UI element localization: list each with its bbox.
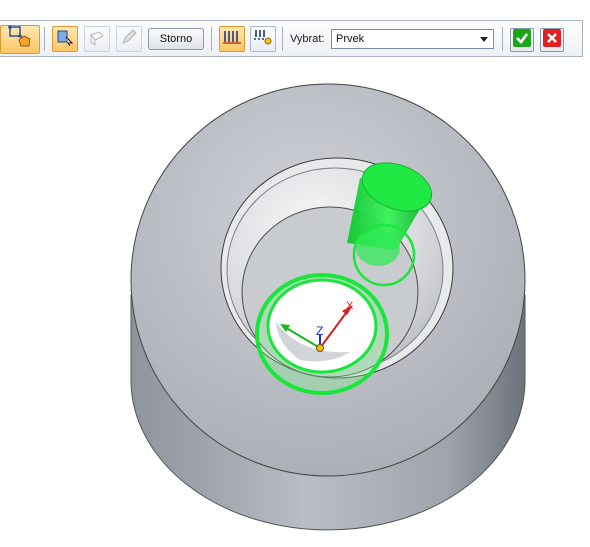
cancel-text-button-label: Storno bbox=[159, 33, 193, 45]
highlighted-slot-end-fill bbox=[356, 230, 400, 266]
accept-button[interactable] bbox=[510, 28, 534, 52]
svg-text:X: X bbox=[346, 300, 354, 312]
through-all-extent-icon bbox=[253, 28, 273, 51]
body-select-icon bbox=[56, 28, 74, 51]
face-select-button[interactable] bbox=[84, 26, 110, 52]
check-icon bbox=[513, 28, 531, 52]
step-solid-button[interactable] bbox=[0, 25, 40, 54]
select-dropdown[interactable]: Prvek bbox=[331, 29, 494, 49]
chevron-down-icon bbox=[480, 37, 488, 42]
separator bbox=[502, 27, 503, 51]
through-all-extent-button[interactable] bbox=[250, 26, 276, 52]
face-select-icon bbox=[88, 28, 106, 51]
pencil-button[interactable] bbox=[116, 26, 142, 52]
model-viewport[interactable]: X Z bbox=[0, 58, 590, 547]
reject-button[interactable] bbox=[540, 28, 564, 52]
pencil-icon bbox=[120, 28, 138, 51]
command-toolbar: Storno Vybrat: Prvek bbox=[0, 20, 583, 57]
select-label: Vybrat: bbox=[290, 33, 325, 45]
svg-text:Z: Z bbox=[316, 324, 323, 338]
body-select-button[interactable] bbox=[52, 26, 78, 52]
select-dropdown-value: Prvek bbox=[336, 33, 365, 45]
cancel-text-button[interactable]: Storno bbox=[148, 28, 204, 50]
finite-extent-button[interactable] bbox=[219, 26, 245, 52]
separator bbox=[44, 27, 45, 51]
close-icon bbox=[543, 28, 561, 52]
separator bbox=[282, 27, 283, 51]
solid-shape-icon bbox=[7, 25, 33, 54]
separator bbox=[211, 27, 212, 51]
finite-extent-icon bbox=[222, 28, 242, 51]
